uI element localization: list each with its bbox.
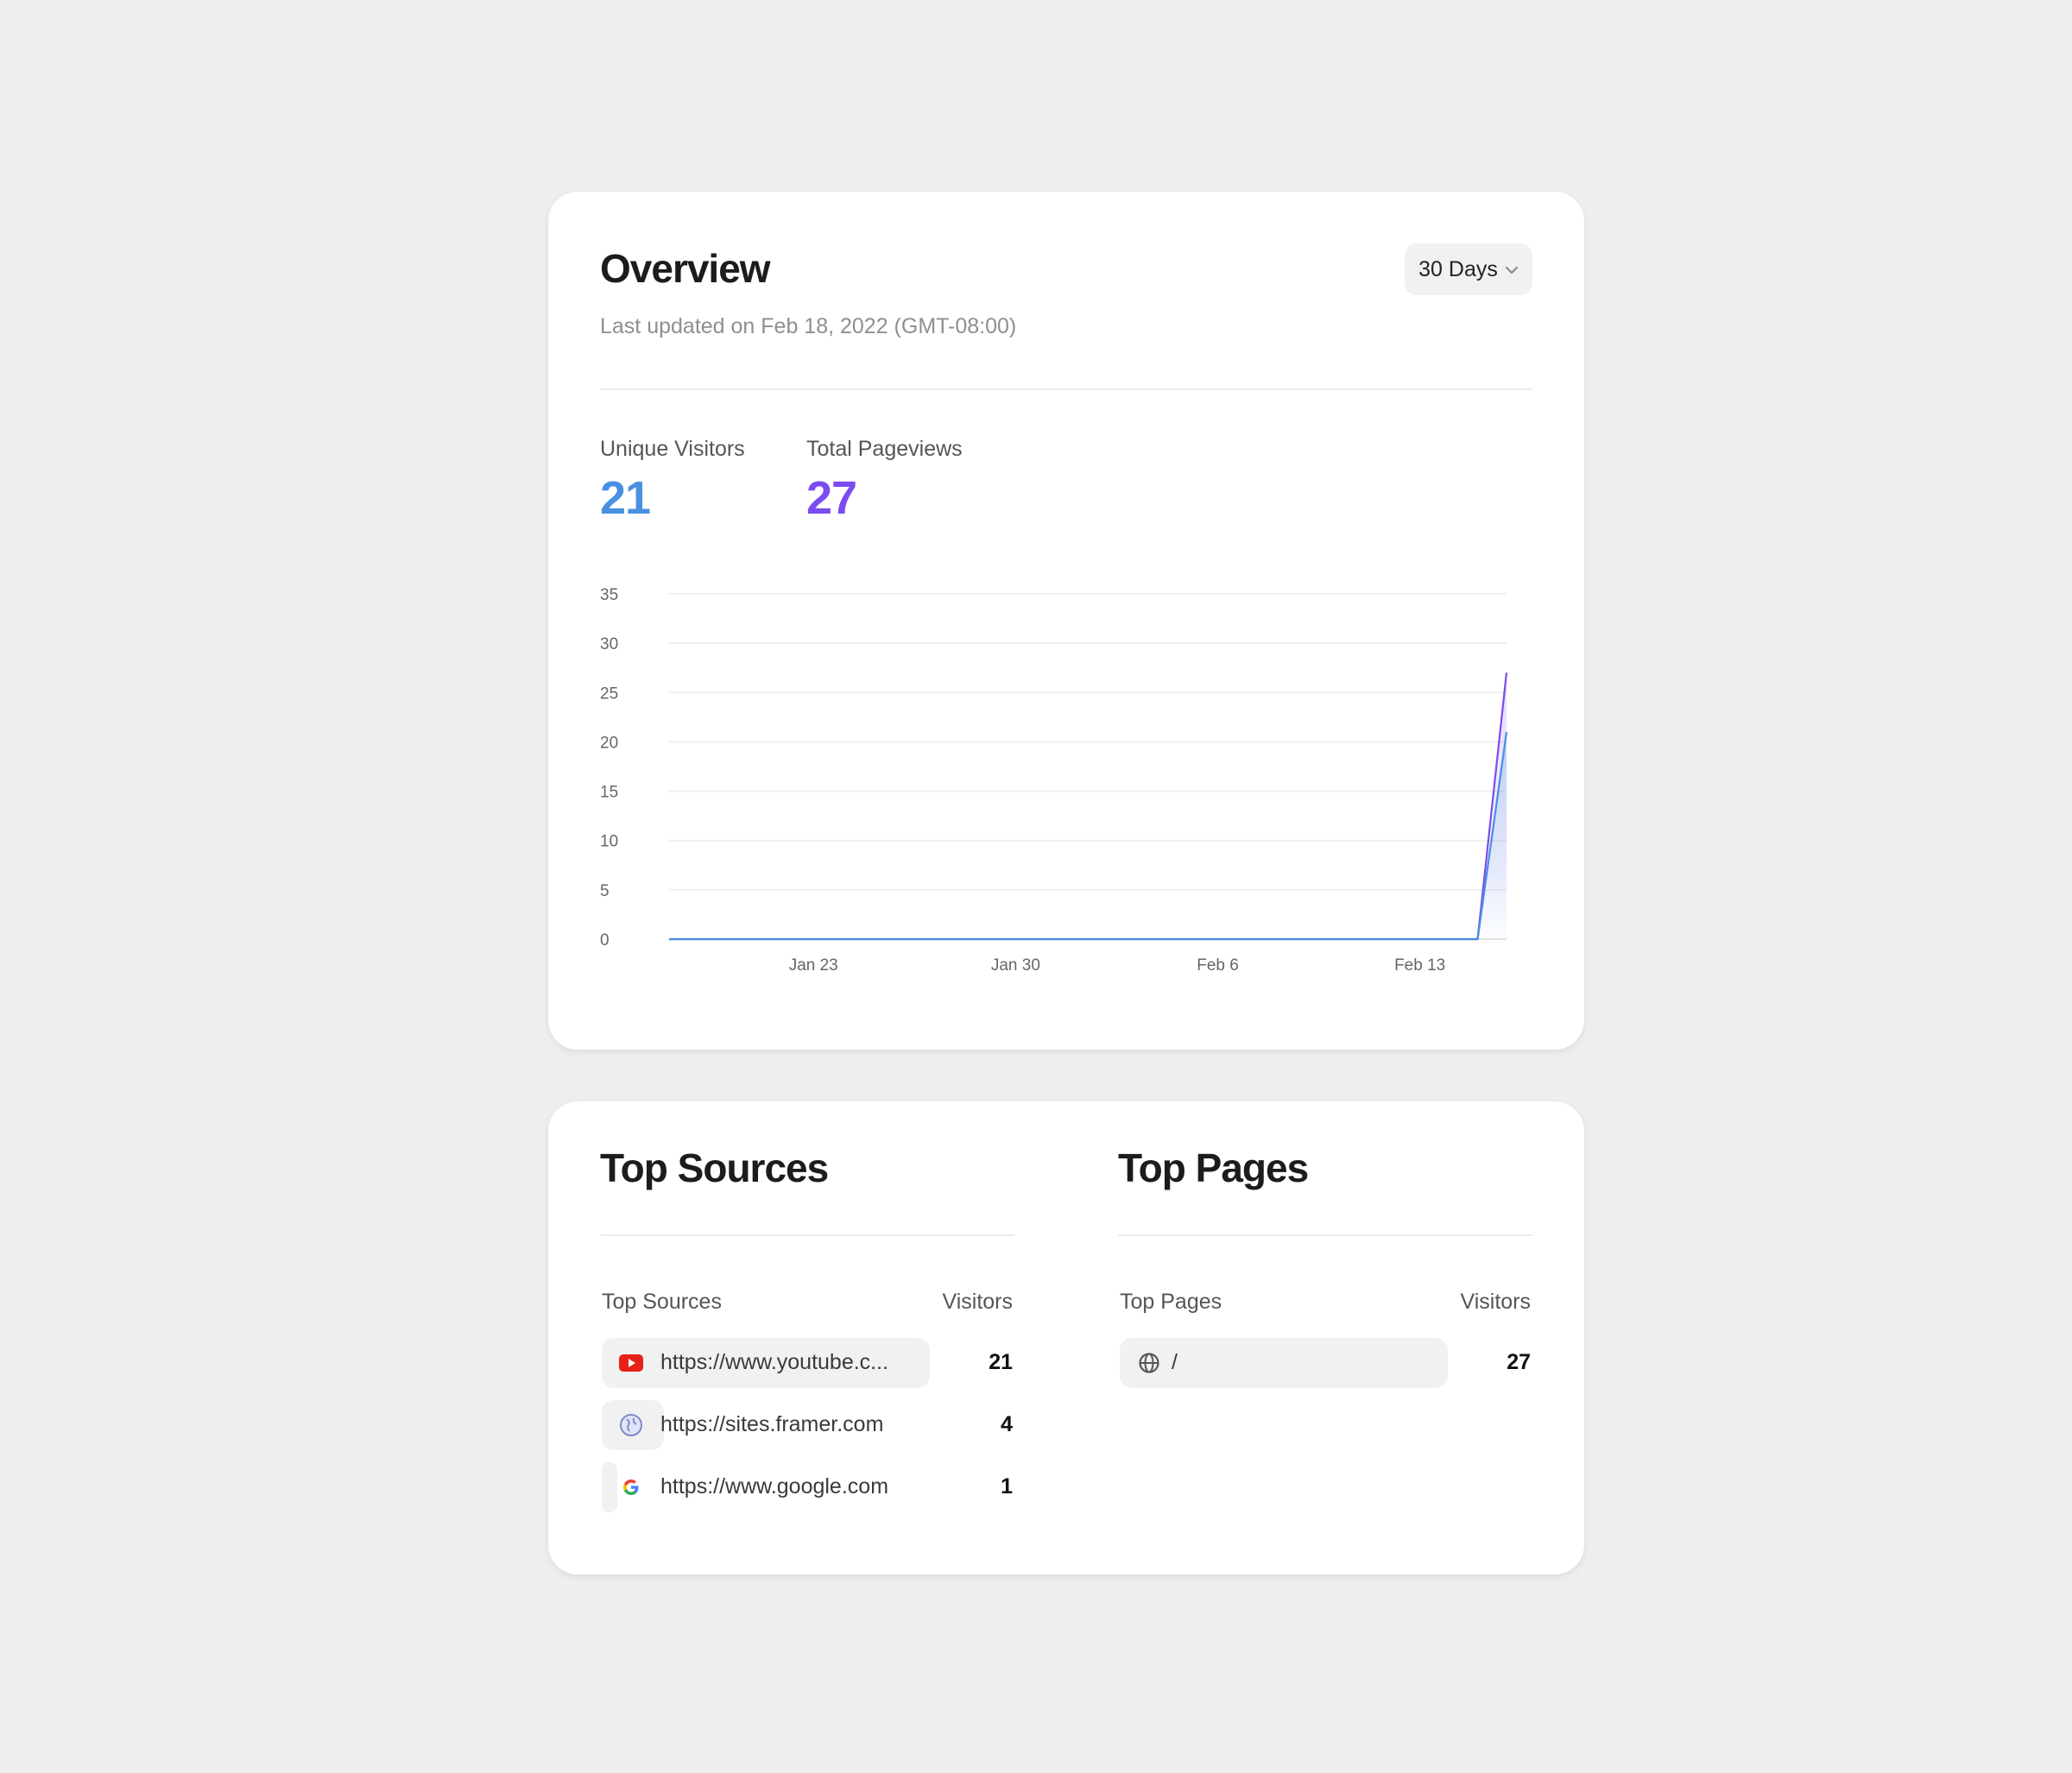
x-tick-label: Jan 23 (789, 956, 838, 975)
top-sources-divider (600, 1234, 1014, 1236)
traffic-chart: 35 30 25 20 15 10 5 0 Jan 23 Jan 30 Feb 6 Feb 13 (600, 586, 1508, 975)
source-label: https://www.google.com (660, 1474, 889, 1499)
y-tick-label: 0 (600, 931, 610, 950)
y-tick-label: 30 (600, 635, 618, 653)
google-icon (619, 1475, 643, 1499)
overview-card: Overview Last updated on Feb 18, 2022 (G… (548, 192, 1584, 1050)
source-visitors: 21 (989, 1350, 1013, 1374)
y-tick-label: 5 (600, 882, 610, 900)
page-row[interactable]: / 27 (1120, 1338, 1531, 1388)
source-row[interactable]: https://www.google.com 1 (602, 1462, 1013, 1512)
youtube-icon (619, 1351, 643, 1375)
series-line-1 (669, 731, 1508, 941)
x-tick-label: Jan 30 (991, 956, 1040, 975)
top-sources-column-header: Top Sources (602, 1290, 722, 1314)
series-line-0 (669, 672, 1508, 941)
top-pages-visitors-header: Visitors (1460, 1290, 1531, 1314)
x-tick-label: Feb 6 (1197, 956, 1239, 975)
y-tick-label: 25 (600, 685, 618, 703)
source-visitors: 1 (1001, 1474, 1013, 1499)
top-lists-card: Top Sources Top Sources Visitors https:/… (548, 1101, 1584, 1574)
page-visitors: 27 (1507, 1350, 1531, 1374)
y-tick-label: 15 (600, 784, 618, 802)
series-area-0 (669, 672, 1507, 939)
globe-icon (1137, 1351, 1161, 1375)
page-bar (1120, 1338, 1448, 1388)
y-tick-label: 20 (600, 734, 618, 752)
series-area-1 (669, 732, 1507, 939)
top-pages-divider (1118, 1234, 1532, 1236)
top-pages-title: Top Pages (1118, 1145, 1309, 1190)
source-visitors: 4 (1001, 1412, 1013, 1436)
source-bar (602, 1462, 617, 1512)
page-label: / (1172, 1350, 1178, 1374)
framer-globe-icon (619, 1413, 643, 1437)
y-tick-label: 10 (600, 833, 618, 851)
y-tick-label: 35 (600, 586, 618, 604)
source-row[interactable]: https://www.youtube.c... 21 (602, 1338, 1013, 1388)
source-label: https://www.youtube.c... (660, 1350, 889, 1374)
top-sources-visitors-header: Visitors (942, 1290, 1013, 1314)
top-pages-column-header: Top Pages (1120, 1290, 1222, 1314)
top-sources-title: Top Sources (600, 1145, 829, 1190)
source-label: https://sites.framer.com (660, 1412, 884, 1436)
x-tick-label: Feb 13 (1394, 956, 1445, 975)
source-row[interactable]: https://sites.framer.com 4 (602, 1400, 1013, 1450)
